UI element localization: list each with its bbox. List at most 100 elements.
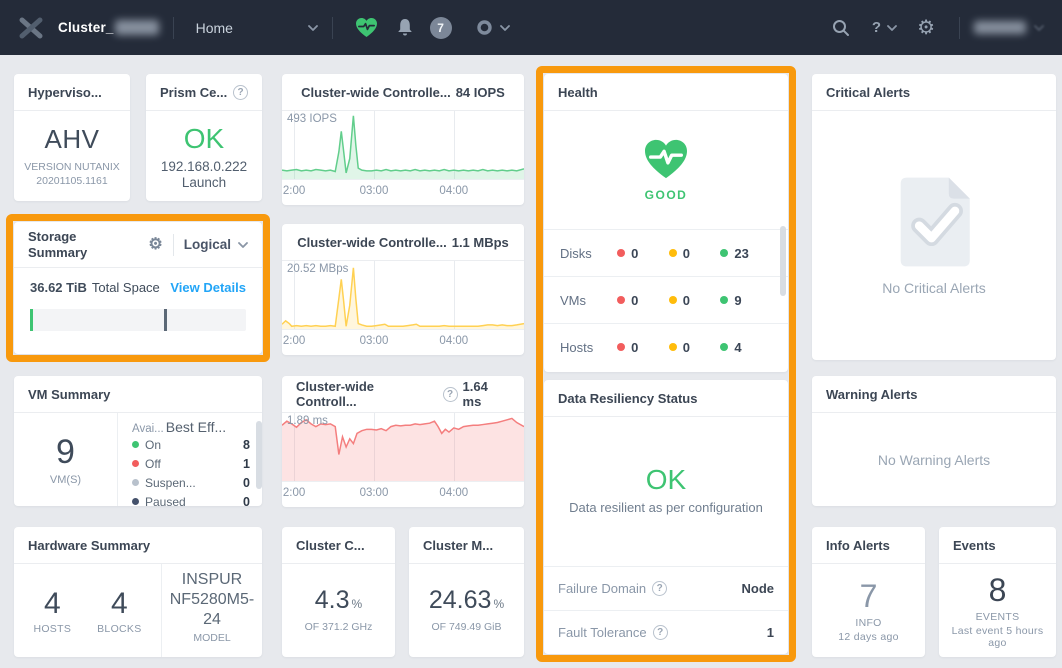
user-menu[interactable] bbox=[974, 21, 1044, 34]
widget-title-row: Prism Ce... ? bbox=[146, 74, 262, 111]
vm-count: 9 bbox=[56, 433, 75, 472]
chart-plot-area: 20.52 MBps bbox=[282, 261, 524, 329]
health-row-disks[interactable]: Disks 0 0 23 bbox=[544, 229, 788, 276]
widget-storage-summary: Storage Summary ⚙ Logical 36.62 TiB Tota… bbox=[14, 222, 262, 354]
notification-count-badge[interactable]: 7 bbox=[430, 17, 452, 39]
help-icon: ? bbox=[872, 19, 881, 36]
widget-data-resiliency: Data Resiliency Status OK Data resilient… bbox=[544, 380, 788, 654]
hypervisor-version: VERSION NUTANIX 20201105.1161 bbox=[22, 160, 122, 188]
prism-launch-link[interactable]: Launch bbox=[182, 175, 226, 190]
top-navigation-bar: Cluster_ Home 7 bbox=[0, 0, 1062, 55]
resiliency-description: Data resilient as per configuration bbox=[569, 500, 763, 515]
vm-column-best-effort: Best Eff... bbox=[166, 419, 226, 435]
tasks-menu[interactable] bbox=[476, 19, 510, 36]
resiliency-status: OK bbox=[646, 464, 686, 496]
help-menu[interactable]: ? bbox=[872, 19, 897, 36]
x-tick-label: 03:00 bbox=[360, 487, 389, 499]
chart-title: Cluster-wide Controlle... bbox=[297, 235, 447, 250]
widget-title: Cluster M... bbox=[409, 527, 524, 564]
x-tick-label: 04:00 bbox=[439, 335, 468, 347]
critical-dot bbox=[617, 249, 625, 257]
document-check-icon bbox=[897, 176, 971, 268]
search-icon[interactable] bbox=[832, 19, 850, 37]
vm-row-on: On 8 bbox=[132, 435, 250, 454]
hosts-stat: 4 HOSTS bbox=[33, 587, 71, 635]
cluster-name-redacted bbox=[115, 20, 159, 35]
widget-title: Events bbox=[939, 527, 1056, 564]
widget-title: VM Summary bbox=[14, 376, 262, 413]
critical-dot bbox=[617, 343, 625, 351]
help-icon[interactable]: ? bbox=[652, 581, 667, 596]
health-heart-icon[interactable] bbox=[355, 17, 378, 38]
nutanix-logo-icon[interactable] bbox=[18, 16, 44, 40]
prism-dashboard: Cluster_ Home 7 bbox=[0, 0, 1062, 668]
widget-chart-latency: Cluster-wide Controll... ? 1.64 ms 1.89 … bbox=[282, 376, 524, 507]
health-row-hosts[interactable]: Hosts 0 0 4 bbox=[544, 323, 788, 370]
widget-vm-summary: VM Summary 9 VM(S) Avai... Best Eff... O… bbox=[14, 376, 262, 506]
memory-capacity: OF 749.49 GiB bbox=[431, 620, 501, 634]
settings-gear-icon[interactable]: ⚙ bbox=[917, 18, 935, 38]
divider bbox=[173, 234, 174, 256]
x-tick-label: 2:00 bbox=[283, 335, 305, 347]
notifications-bell-icon[interactable] bbox=[396, 18, 414, 37]
events-count: 8 bbox=[989, 572, 1007, 609]
storage-total-label: Total Space bbox=[92, 280, 160, 295]
vm-column-availability: Avai... bbox=[132, 423, 164, 435]
scrollbar-thumb[interactable] bbox=[256, 421, 262, 489]
widget-title: Info Alerts bbox=[812, 527, 925, 564]
health-heart-icon bbox=[643, 138, 689, 180]
resiliency-row-failure-domain: Failure Domain ? Node bbox=[544, 566, 788, 610]
storage-usage-bar bbox=[30, 309, 246, 331]
memory-usage-value: 24.63 bbox=[429, 586, 492, 615]
view-details-link[interactable]: View Details bbox=[170, 280, 246, 295]
help-icon[interactable]: ? bbox=[443, 387, 458, 402]
prism-status: OK bbox=[184, 123, 224, 155]
events-label: EVENTS bbox=[976, 611, 1020, 623]
widget-hardware-summary: Hardware Summary 4 HOSTS 4 BLOCKS INSPUR… bbox=[14, 527, 262, 657]
widget-chart-bandwidth: Cluster-wide Controlle... 1.1 MBps 20.52… bbox=[282, 224, 524, 355]
scrollbar-thumb[interactable] bbox=[780, 226, 786, 296]
help-icon[interactable]: ? bbox=[653, 625, 668, 640]
y-axis-max-label: 20.52 MBps bbox=[287, 263, 348, 275]
chevron-down-icon bbox=[308, 25, 318, 31]
warning-dot bbox=[669, 296, 677, 304]
widget-hypervisor-summary: Hyperviso... AHV VERSION NUTANIX 2020110… bbox=[14, 74, 130, 201]
widget-title: Hardware Summary bbox=[14, 527, 262, 564]
chart-plot-area: 1.89 ms bbox=[282, 413, 524, 481]
nav-menu-home[interactable]: Home bbox=[196, 20, 318, 36]
widget-events: Events 8 EVENTS Last event 5 hours ago bbox=[939, 527, 1056, 657]
widget-title: Hyperviso... bbox=[14, 74, 130, 111]
cpu-usage-unit: % bbox=[352, 597, 363, 611]
widget-title: Cluster C... bbox=[282, 527, 395, 564]
status-dot bbox=[132, 460, 139, 467]
widget-title: Prism Ce... bbox=[160, 85, 227, 100]
chart-current-value: 1.1 MBps bbox=[452, 235, 509, 250]
storage-mode-dropdown[interactable]: Logical bbox=[184, 237, 248, 252]
divider bbox=[173, 17, 174, 39]
cpu-usage-value: 4.3 bbox=[315, 586, 350, 615]
vm-row-paused: Paused 0 bbox=[132, 492, 250, 506]
chart-current-value: 1.64 ms bbox=[463, 379, 510, 409]
widget-title: Data Resiliency Status bbox=[544, 380, 788, 417]
widget-title: Health bbox=[544, 74, 788, 111]
status-dot bbox=[132, 479, 139, 486]
username-redacted bbox=[974, 21, 1026, 34]
x-axis-labels: 2:0003:0004:00 bbox=[282, 179, 524, 204]
empty-state-text: No Critical Alerts bbox=[882, 280, 985, 296]
good-dot bbox=[720, 249, 728, 257]
widget-chart-iops: Cluster-wide Controlle... 84 IOPS 493 IO… bbox=[282, 74, 524, 205]
status-dot bbox=[132, 498, 139, 505]
x-axis-labels: 2:0003:0004:00 bbox=[282, 481, 524, 506]
widget-title: Critical Alerts bbox=[812, 74, 1056, 111]
chevron-down-icon bbox=[1034, 25, 1044, 31]
gear-icon[interactable]: ⚙ bbox=[148, 237, 162, 253]
memory-usage-unit: % bbox=[493, 597, 504, 611]
health-status-label: GOOD bbox=[645, 188, 688, 202]
health-row-vms[interactable]: VMs 0 0 9 bbox=[544, 276, 788, 323]
empty-state-text: No Warning Alerts bbox=[878, 452, 990, 468]
blocks-stat: 4 BLOCKS bbox=[97, 587, 141, 635]
nav-home-label: Home bbox=[196, 20, 233, 36]
help-icon[interactable]: ? bbox=[233, 85, 248, 100]
info-alert-count: 7 bbox=[860, 578, 878, 615]
widget-health: Health GOOD Disks 0 0 23 VMs 0 0 9 Hosts… bbox=[544, 74, 788, 372]
